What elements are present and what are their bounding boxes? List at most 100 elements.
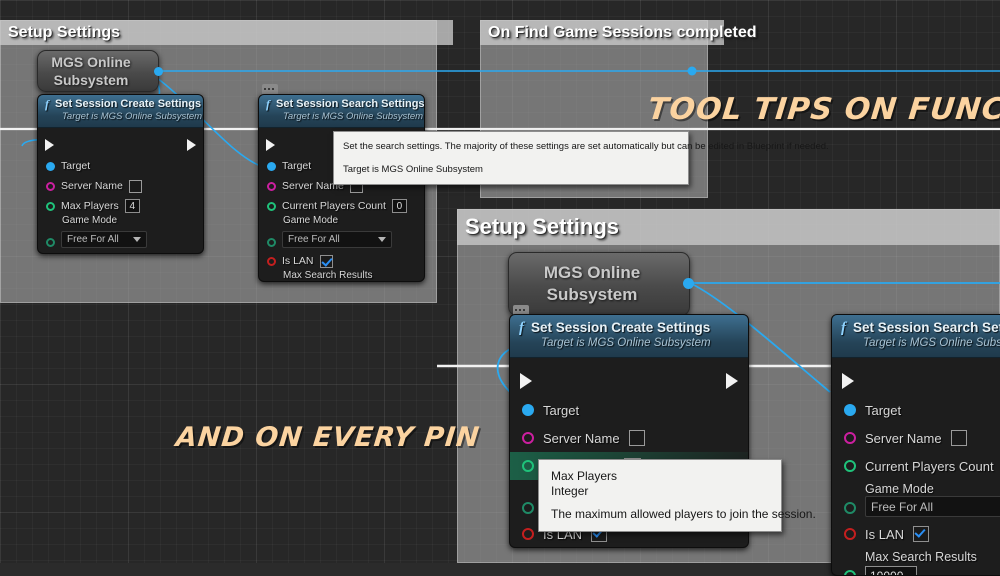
object-pin-icon[interactable] (267, 161, 276, 171)
is-lan-checkbox[interactable] (913, 526, 930, 542)
exec-in-pin[interactable] (266, 139, 275, 151)
string-pin-icon[interactable] (844, 432, 856, 444)
mgs-online-subsystem-node-top[interactable]: MGS Online Subsystem (37, 50, 163, 92)
tooltip-line-1: Set the search settings. The majority of… (343, 141, 829, 152)
mgs-online-subsystem-node-bottom[interactable]: MGS Online Subsystem (508, 252, 694, 316)
game-mode-value: Free For All (67, 234, 119, 245)
function-icon: f (519, 320, 524, 336)
node-set-session-search-settings-bottom[interactable]: f Set Session Search Settings Target is … (831, 314, 1000, 576)
game-mode-dropdown[interactable]: Free For All (61, 231, 147, 248)
current-players-count-input[interactable]: 0 (391, 199, 407, 213)
enum-pin-icon[interactable] (46, 238, 55, 247)
exec-row (510, 366, 748, 396)
exec-in-pin[interactable] (842, 373, 854, 389)
pin-row-max-players[interactable]: Max Players 4 (38, 196, 203, 216)
pin-row-target[interactable]: Target (38, 156, 203, 176)
chevron-down-icon (378, 237, 386, 242)
function-icon: f (266, 97, 270, 111)
node-subtitle: Target is MGS Online Subsystem (283, 111, 424, 122)
enum-pin-icon[interactable] (844, 502, 856, 514)
tooltip-function: Set the search settings. The majority of… (333, 131, 829, 185)
boolean-pin-icon[interactable] (522, 528, 534, 540)
subsystem-output-pin[interactable] (683, 278, 694, 289)
node-title: f Set Session Search Settings (266, 97, 425, 111)
pin-label: Max Search Results (865, 550, 977, 564)
comment-title: Setup Settings (0, 20, 453, 45)
game-mode-dropdown[interactable]: Free For All (865, 496, 1000, 517)
pin-row-current-players-count[interactable]: Current Players Count 0 (259, 196, 424, 216)
exec-out-pin[interactable] (187, 139, 196, 151)
pin-row-game-mode[interactable]: Game Mode Free For All (832, 480, 1000, 520)
string-pin-icon[interactable] (46, 181, 55, 191)
function-icon: f (841, 320, 846, 336)
pin-row-server-name[interactable]: Server Name (832, 424, 1000, 452)
node-title: f Set Session Search Settings (841, 320, 1000, 336)
pin-label: Target (865, 402, 902, 418)
pin-row-game-mode[interactable]: Game Mode Free For All (38, 215, 203, 251)
max-search-results-input[interactable]: 10000 (865, 566, 917, 575)
node-subtitle: Target is MGS Online Subsystem (541, 337, 711, 349)
pin-row-target[interactable]: Target (832, 396, 1000, 424)
pin-label: Game Mode (62, 215, 118, 226)
node-set-session-search-settings-top[interactable]: f Set Session Search Settings Target is … (258, 94, 425, 282)
pin-label: Game Mode (283, 215, 339, 226)
integer-pin-icon[interactable] (267, 201, 276, 211)
pin-row-server-name[interactable]: Server Name (38, 176, 203, 196)
string-pin-icon[interactable] (267, 181, 276, 191)
pin-row-is-lan[interactable]: Is LAN (259, 251, 424, 271)
enum-pin-icon[interactable] (267, 238, 276, 247)
node-header: f Set Session Create Settings Target is … (510, 315, 748, 358)
integer-pin-icon[interactable] (46, 201, 55, 211)
pin-label: Is LAN (865, 526, 905, 542)
pin-row-max-search-results[interactable]: Max Search Results 10000 (259, 270, 424, 281)
pin-label: Is LAN (282, 255, 314, 267)
tooltip-pin-title: Max Players (551, 469, 618, 483)
pin-row-max-search-results[interactable]: Max Search Results 10000 (832, 548, 1000, 575)
enum-pin-icon[interactable] (522, 502, 534, 514)
boolean-pin-icon[interactable] (844, 528, 856, 540)
pin-row-is-lan[interactable]: Is LAN (38, 251, 203, 253)
exec-in-pin[interactable] (520, 373, 532, 389)
pin-row-current-players-count[interactable]: Current Players Count 0 (832, 452, 1000, 480)
max-players-input[interactable]: 4 (124, 199, 140, 213)
node-header: f Set Session Search Settings Target is … (259, 95, 424, 128)
pin-label: Current Players Count (865, 458, 994, 474)
function-icon: f (45, 97, 49, 111)
server-name-field[interactable] (128, 179, 142, 193)
object-pin-icon[interactable] (522, 404, 534, 416)
node-set-session-create-settings-top[interactable]: f Set Session Create Settings Target is … (37, 94, 204, 254)
exec-out-pin[interactable] (726, 373, 738, 389)
boolean-pin-icon[interactable] (267, 256, 276, 266)
exec-row (832, 366, 1000, 396)
node-subtitle: Target is MGS Online Subsystem (62, 111, 203, 122)
object-pin-icon[interactable] (844, 404, 856, 416)
server-name-field[interactable] (628, 430, 645, 446)
is-lan-checkbox[interactable] (319, 254, 333, 268)
server-name-field[interactable] (950, 430, 967, 446)
subsystem-output-pin[interactable] (154, 67, 163, 76)
node-header: f Set Session Search Settings Target is … (832, 315, 1000, 358)
subsystem-node-label: MGS Online Subsystem (51, 54, 131, 88)
pin-row-server-name[interactable]: Server Name (510, 424, 748, 452)
pin-label: Server Name (61, 180, 123, 192)
blueprint-graph-canvas[interactable]: Setup Settings On Find Game Sessions com… (0, 0, 1000, 576)
object-pin-icon[interactable] (46, 161, 55, 171)
exec-in-pin[interactable] (45, 139, 54, 151)
pin-row-game-mode[interactable]: Game Mode Free For All (259, 215, 424, 251)
node-subtitle: Target is MGS Online Subsystem (863, 337, 1000, 349)
tooltip-pin-type: Integer (551, 484, 589, 498)
integer-pin-icon[interactable] (522, 460, 534, 472)
string-pin-icon[interactable] (522, 432, 534, 444)
annotation-tooltips-on-functions: TOOL TIPS ON FUNCTIONS (646, 92, 1000, 127)
integer-pin-icon[interactable] (844, 460, 856, 472)
pin-label: Target (543, 402, 580, 418)
chevron-down-icon (133, 237, 141, 242)
pin-row-is-lan[interactable]: Is LAN (832, 520, 1000, 548)
pin-label: Max Search Results (283, 270, 373, 281)
pin-label: Max Players (61, 200, 119, 212)
node-body: Target Server Name Current Players Count… (832, 358, 1000, 575)
pin-row-target[interactable]: Target (510, 396, 748, 424)
tooltip-line-2: Target is MGS Online Subsystem (343, 164, 483, 175)
game-mode-dropdown[interactable]: Free For All (282, 231, 392, 248)
integer-pin-icon[interactable] (844, 570, 856, 575)
